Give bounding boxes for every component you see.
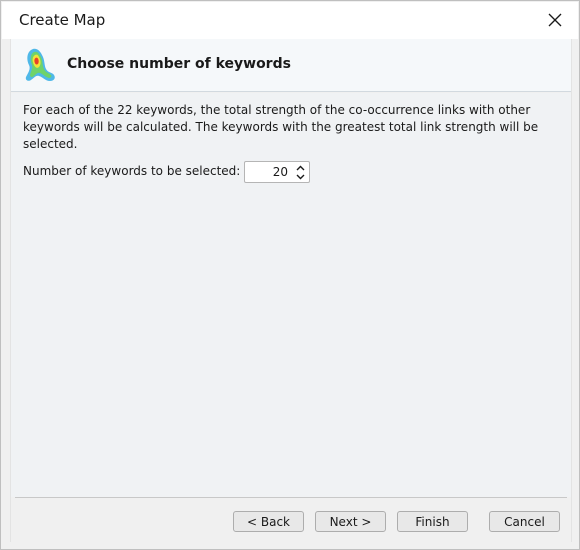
chevron-down-icon — [296, 174, 304, 179]
vosviewer-logo-icon — [25, 48, 55, 81]
back-button[interactable]: < Back — [233, 511, 304, 532]
wizard-content: For each of the 22 keywords, the total s… — [11, 93, 571, 497]
spinner-down-button[interactable] — [293, 172, 307, 181]
wizard-header: Choose number of keywords — [11, 39, 571, 92]
spinner-up-button[interactable] — [293, 163, 307, 172]
header-title: Choose number of keywords — [67, 56, 291, 72]
finish-button[interactable]: Finish — [397, 511, 468, 532]
keywords-count-label: Number of keywords to be selected: — [23, 164, 241, 178]
create-map-dialog: Create Map Choose number of keywords For… — [0, 0, 580, 550]
keywords-count-spinner[interactable]: 20 — [244, 161, 310, 183]
title-bar: Create Map — [2, 2, 578, 39]
wizard-frame: Choose number of keywords For each of th… — [10, 39, 572, 542]
cancel-button[interactable]: Cancel — [489, 511, 560, 532]
window-title: Create Map — [19, 11, 106, 29]
keywords-count-value[interactable]: 20 — [273, 165, 288, 179]
spinner-arrows — [293, 163, 307, 181]
close-button[interactable] — [540, 6, 570, 34]
footer-divider — [15, 497, 567, 498]
close-icon — [548, 13, 562, 27]
description-text: For each of the 22 keywords, the total s… — [23, 103, 539, 151]
chevron-up-icon — [296, 165, 304, 170]
next-button[interactable]: Next > — [315, 511, 386, 532]
